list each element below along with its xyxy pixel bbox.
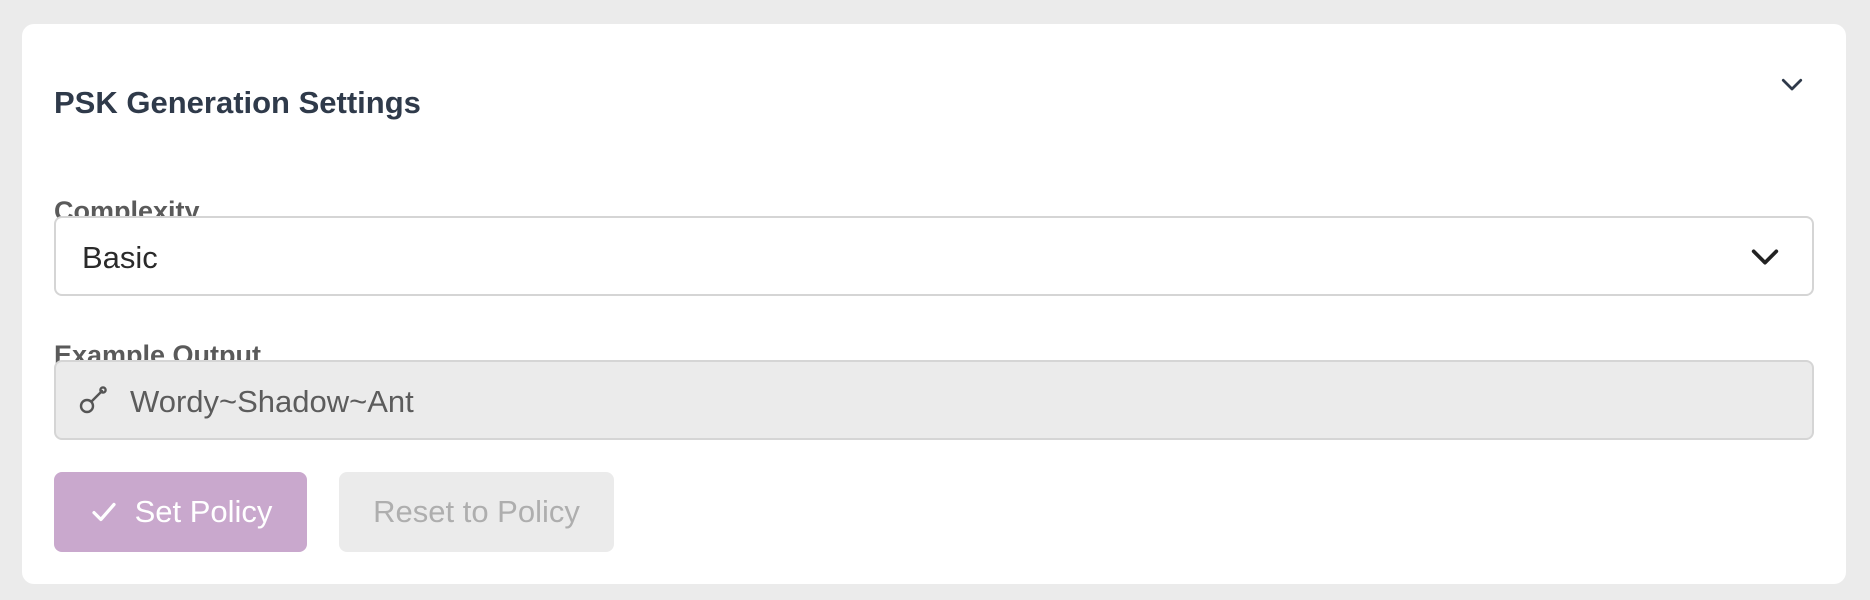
set-policy-label: Set Policy	[134, 494, 273, 529]
key-icon	[79, 386, 107, 414]
reset-to-policy-button[interactable]: Reset to Policy	[339, 472, 614, 552]
example-output-field: Wordy~Shadow~Ant	[54, 360, 1814, 440]
set-policy-button[interactable]: Set Policy	[54, 472, 307, 552]
psk-settings-panel: PSK Generation Settings Complexity Basic…	[22, 24, 1846, 584]
panel-title: PSK Generation Settings	[54, 85, 421, 120]
chevron-down-icon	[1751, 249, 1779, 265]
complexity-select[interactable]: Basic	[54, 216, 1814, 296]
reset-to-policy-label: Reset to Policy	[373, 494, 580, 529]
example-output-value: Wordy~Shadow~Ant	[130, 384, 414, 419]
complexity-selected-value: Basic	[82, 240, 158, 275]
chevron-down-icon	[1781, 78, 1803, 91]
collapse-panel-button[interactable]	[1772, 64, 1812, 104]
check-icon	[91, 502, 116, 522]
